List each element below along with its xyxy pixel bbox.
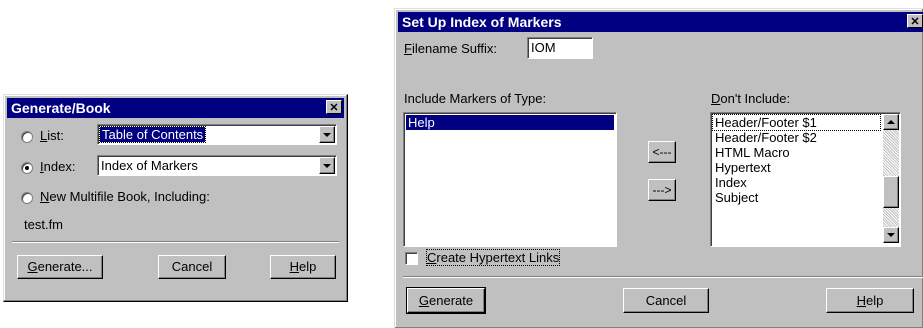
- close-icon[interactable]: ✕: [326, 100, 342, 114]
- list-item[interactable]: Help: [406, 115, 614, 130]
- list-item[interactable]: Header/Footer $2: [713, 130, 880, 145]
- index-dialog-titlebar[interactable]: Set Up Index of Markers ✕: [398, 12, 923, 32]
- index-type-dropdown[interactable]: [319, 157, 335, 174]
- cancel-button[interactable]: Cancel: [158, 255, 226, 279]
- scroll-up-button[interactable]: [883, 114, 899, 130]
- new-book-radio[interactable]: [21, 192, 33, 204]
- create-hypertext-label[interactable]: Create Hypertext Links: [425, 249, 561, 266]
- chevron-down-icon: [323, 132, 331, 137]
- scroll-down-button[interactable]: [883, 227, 899, 243]
- list-type-dropdown[interactable]: [319, 126, 335, 143]
- index-type-select[interactable]: Index of Markers: [97, 155, 337, 176]
- index-radio[interactable]: [21, 162, 33, 174]
- index-of-markers-dialog: Set Up Index of Markers ✕ Filename Suffi…: [394, 8, 923, 328]
- chevron-up-icon: [887, 120, 895, 124]
- list-item[interactable]: HTML Macro: [713, 145, 880, 160]
- create-hypertext-checkbox[interactable]: [405, 252, 418, 265]
- chevron-down-icon: [887, 233, 895, 237]
- divider: [403, 276, 923, 278]
- new-book-label[interactable]: New Multifile Book, Including:: [40, 189, 210, 204]
- index-label[interactable]: Index:: [40, 159, 75, 174]
- help-button[interactable]: Help: [826, 288, 914, 313]
- filename-suffix-input[interactable]: IOM: [527, 37, 593, 59]
- list-item[interactable]: Hypertext: [713, 160, 880, 175]
- dont-include-list[interactable]: Header/Footer $1 Header/Footer $2 HTML M…: [710, 112, 901, 247]
- vertical-scrollbar[interactable]: [883, 114, 899, 243]
- include-markers-label: Include Markers of Type:: [404, 91, 547, 106]
- chevron-down-icon: [323, 163, 331, 168]
- list-label[interactable]: List:: [40, 128, 64, 143]
- list-item[interactable]: Subject: [713, 190, 880, 205]
- list-radio[interactable]: [21, 131, 33, 143]
- file-name-text: test.fm: [24, 217, 64, 232]
- include-markers-list[interactable]: Help: [403, 112, 617, 247]
- move-left-button[interactable]: <---: [648, 141, 676, 163]
- generate-button[interactable]: Generate...: [17, 255, 103, 279]
- close-icon[interactable]: ✕: [907, 14, 923, 28]
- divider: [12, 241, 339, 243]
- list-type-select[interactable]: Table of Contents: [97, 124, 337, 145]
- generate-book-dialog: Generate/Book ✕ List: Table of Contents …: [3, 94, 348, 302]
- index-type-value: Index of Markers: [101, 158, 198, 173]
- cancel-button[interactable]: Cancel: [623, 288, 709, 313]
- list-item[interactable]: Header/Footer $1: [712, 114, 881, 131]
- dialog-title: Generate/Book: [11, 100, 111, 116]
- help-button[interactable]: Help: [270, 255, 336, 279]
- generate-book-titlebar[interactable]: Generate/Book ✕: [7, 98, 344, 118]
- filename-suffix-label: Filename Suffix:: [404, 41, 497, 56]
- move-right-button[interactable]: --->: [648, 179, 676, 201]
- dialog-title: Set Up Index of Markers: [402, 14, 562, 30]
- list-type-value: Table of Contents: [98, 126, 207, 143]
- list-item[interactable]: Index: [713, 175, 880, 190]
- generate-button[interactable]: Generate: [406, 287, 486, 314]
- dont-include-label: Don't Include:: [711, 91, 791, 106]
- scroll-thumb[interactable]: [883, 176, 899, 208]
